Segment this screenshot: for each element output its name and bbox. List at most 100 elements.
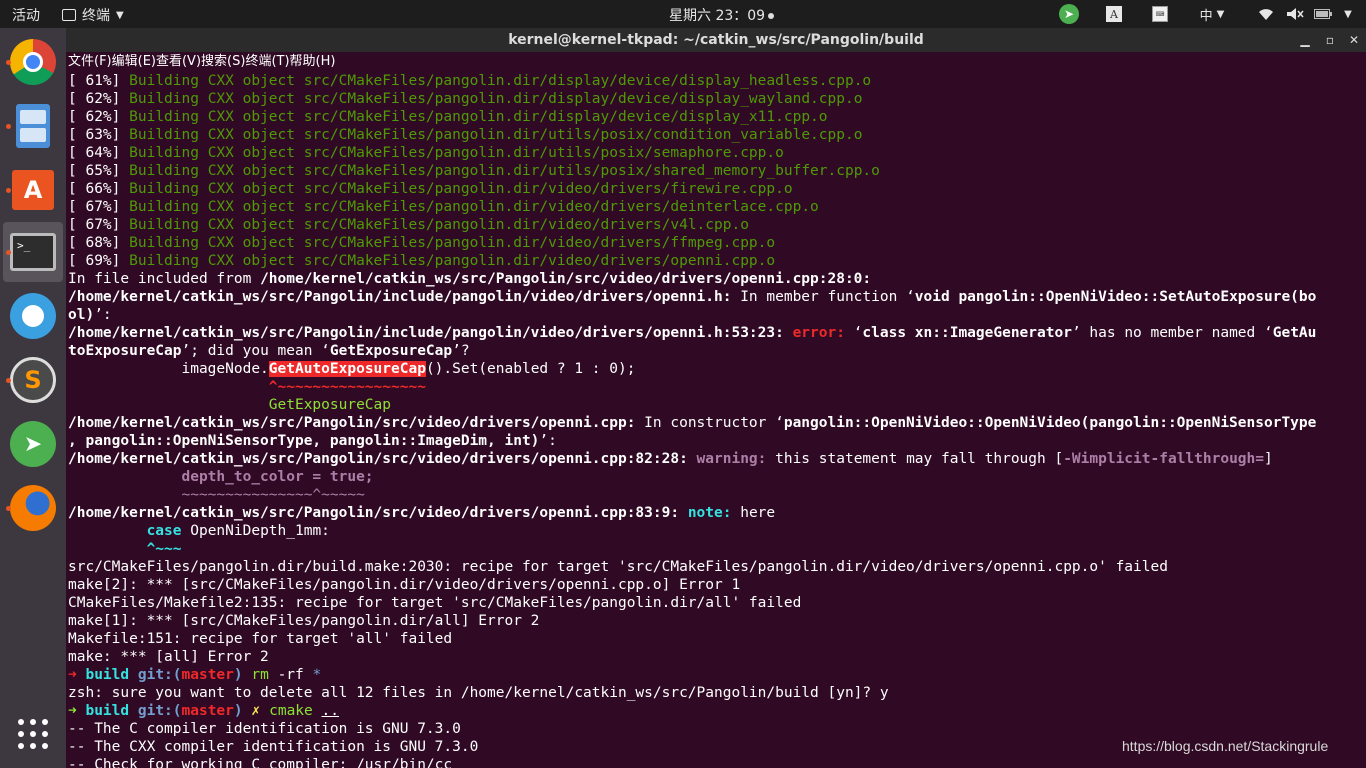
prompt-line-rm: ➜ build git:(master) rm -rf * <box>68 667 322 683</box>
files-cabinet-icon <box>16 104 50 148</box>
warning-code-line: depth_to_color = true; <box>68 469 374 485</box>
error-code-line: imageNode.GetAutoExposureCap().Set(enabl… <box>68 361 636 377</box>
clock-text: 星期六 23：09 <box>669 8 766 24</box>
sublime-text-icon: S <box>10 357 56 403</box>
build-line: [ 61%] Building CXX object src/CMakeFile… <box>68 73 872 89</box>
note-line: /home/kernel/catkin_ws/src/Pangolin/src/… <box>68 505 776 521</box>
menu-file[interactable]: 文件(F) <box>68 52 112 72</box>
clock[interactable]: 星期六 23：09 <box>669 5 775 25</box>
activities-button[interactable]: 活动 <box>12 5 40 25</box>
dock-firefox[interactable] <box>3 478 63 538</box>
dock-terminal[interactable]: >_ <box>3 222 63 282</box>
input-method-menu[interactable]: 中 ▼ <box>1195 3 1229 25</box>
tray-keyboard[interactable]: ⌨ <box>1151 3 1169 25</box>
dock-software[interactable]: A <box>3 160 63 220</box>
dock-chrome[interactable] <box>3 32 63 92</box>
cmake-output-line: -- The C compiler identification is GNU … <box>68 721 461 737</box>
include-line: In file included from /home/kernel/catki… <box>68 271 872 287</box>
fixit-line: GetExposureCap <box>68 397 392 413</box>
note-caret-line: ^~~~ <box>68 541 182 557</box>
note-code-line: case OpenNiDepth_1mm: <box>146 523 330 539</box>
telegram-tray-icon: ➤ <box>1059 4 1079 24</box>
build-line: [ 69%] Building CXX object src/CMakeFile… <box>68 253 776 269</box>
make-line: make[1]: *** [src/CMakeFiles/pangolin.di… <box>68 613 540 629</box>
input-method-label: 中 <box>1199 8 1213 24</box>
watermark: https://blog.csdn.net/Stackingrule <box>1122 738 1329 754</box>
dock-sublime[interactable]: S <box>3 350 63 410</box>
window-titlebar[interactable]: kernel@kernel-tkpad: ~/catkin_ws/src/Pan… <box>66 28 1366 52</box>
running-indicator <box>6 378 11 383</box>
show-apps-icon <box>18 719 48 749</box>
dock-files[interactable] <box>3 96 63 156</box>
notification-dot-icon <box>768 13 775 19</box>
running-indicator <box>6 506 11 511</box>
tray-telegram[interactable]: ➤ <box>1058 3 1080 25</box>
chevron-down-icon: ▼ <box>116 9 124 21</box>
build-line: [ 64%] Building CXX object src/CMakeFile… <box>68 145 784 161</box>
error-line-wrap: toExposureCap’; did you mean ‘GetExposur… <box>68 343 470 359</box>
make-line: CMakeFiles/Makefile2:135: recipe for tar… <box>68 595 802 611</box>
wifi-icon[interactable] <box>1256 3 1276 25</box>
error-line: /home/kernel/catkin_ws/src/Pangolin/incl… <box>68 325 1317 341</box>
font-a-icon: A <box>1106 6 1122 22</box>
battery-icon[interactable] <box>1313 3 1333 25</box>
build-line: [ 63%] Building CXX object src/CMakeFile… <box>68 127 863 143</box>
menu-search[interactable]: 搜索(S) <box>201 52 245 72</box>
build-line: [ 65%] Building CXX object src/CMakeFile… <box>68 163 880 179</box>
build-line: [ 67%] Building CXX object src/CMakeFile… <box>68 199 819 215</box>
top-panel: 活动 终端 ▼ 星期六 23：09 ➤ A ⌨ 中 ▼ ▼ <box>0 0 1366 28</box>
build-line: [ 66%] Building CXX object src/CMakeFile… <box>68 181 793 197</box>
build-line: [ 62%] Building CXX object src/CMakeFile… <box>68 91 863 107</box>
settings-gear-icon <box>10 293 56 339</box>
make-line: Makefile:151: recipe for target 'all' fa… <box>68 631 453 647</box>
ctor-line: /home/kernel/catkin_ws/src/Pangolin/src/… <box>68 415 1317 431</box>
launcher-dock: A >_ S ➤ <box>0 28 66 768</box>
chevron-down-icon: ▼ <box>1216 8 1225 20</box>
build-progress-lines: [ 61%] Building CXX object src/CMakeFile… <box>68 72 1366 270</box>
make-error-lines: src/CMakeFiles/pangolin.dir/build.make:2… <box>68 558 1366 666</box>
build-line: [ 62%] Building CXX object src/CMakeFile… <box>68 109 828 125</box>
make-line: src/CMakeFiles/pangolin.dir/build.make:2… <box>68 559 1168 575</box>
build-line: [ 67%] Building CXX object src/CMakeFile… <box>68 217 749 233</box>
app-menu[interactable]: 终端 ▼ <box>62 5 124 25</box>
dock-settings[interactable] <box>3 286 63 346</box>
running-indicator <box>6 124 11 129</box>
close-icon[interactable]: ✕ <box>1342 28 1366 52</box>
maximize-icon[interactable]: ▫ <box>1318 28 1342 52</box>
zsh-confirm-line: zsh: sure you want to delete all 12 file… <box>68 685 889 701</box>
ctor-line-wrap: , pangolin::OpenNiSensorType, pangolin::… <box>68 433 557 449</box>
error-tilde-line: ^~~~~~~~~~~~~~~~~~ <box>68 379 426 395</box>
prompt-line-cmake: ➜ build git:(master) ✗ cmake .. <box>68 703 339 719</box>
volume-muted-icon[interactable] <box>1285 3 1305 25</box>
firefox-icon <box>10 485 56 531</box>
running-indicator <box>6 60 11 65</box>
running-indicator <box>6 250 11 255</box>
menu-terminal[interactable]: 终端(T) <box>245 52 289 72</box>
running-indicator <box>6 188 11 193</box>
member-fn-line-wrap: ol)’: <box>68 307 112 323</box>
keyboard-layout-icon: ⌨ <box>1152 6 1168 22</box>
software-center-icon: A <box>12 170 54 210</box>
terminal-app-icon <box>62 9 76 21</box>
dock-show-apps[interactable] <box>3 704 63 764</box>
chrome-icon <box>10 39 56 85</box>
tray-a[interactable]: A <box>1105 3 1123 25</box>
build-line: [ 68%] Building CXX object src/CMakeFile… <box>68 235 776 251</box>
system-menu-chevron-icon[interactable]: ▼ <box>1338 3 1358 25</box>
minimize-icon[interactable]: ▁ <box>1293 28 1317 52</box>
window-title: kernel@kernel-tkpad: ~/catkin_ws/src/Pan… <box>508 32 924 48</box>
menu-view[interactable]: 查看(V) <box>156 52 201 72</box>
terminal-icon: >_ <box>10 233 56 271</box>
terminal-output[interactable]: [ 61%] Building CXX object src/CMakeFile… <box>66 72 1366 768</box>
warning-tilde-line: ~~~~~~~~~~~~~~~^~~~~~ <box>68 487 365 503</box>
warning-line: /home/kernel/catkin_ws/src/Pangolin/src/… <box>68 451 1273 467</box>
telegram-icon: ➤ <box>10 421 56 467</box>
make-line: make[2]: *** [src/CMakeFiles/pangolin.di… <box>68 577 741 593</box>
cmake-output-line: -- Check for working C compiler: /usr/bi… <box>68 757 453 768</box>
terminal-menubar: 文件(F) 编辑(E) 查看(V) 搜索(S) 终端(T) 帮助(H) <box>66 52 1366 72</box>
menu-edit[interactable]: 编辑(E) <box>112 52 156 72</box>
menu-help[interactable]: 帮助(H) <box>290 52 336 72</box>
make-line: make: *** [all] Error 2 <box>68 649 269 665</box>
dock-telegram[interactable]: ➤ <box>3 414 63 474</box>
member-fn-line: /home/kernel/catkin_ws/src/Pangolin/incl… <box>68 289 1317 305</box>
